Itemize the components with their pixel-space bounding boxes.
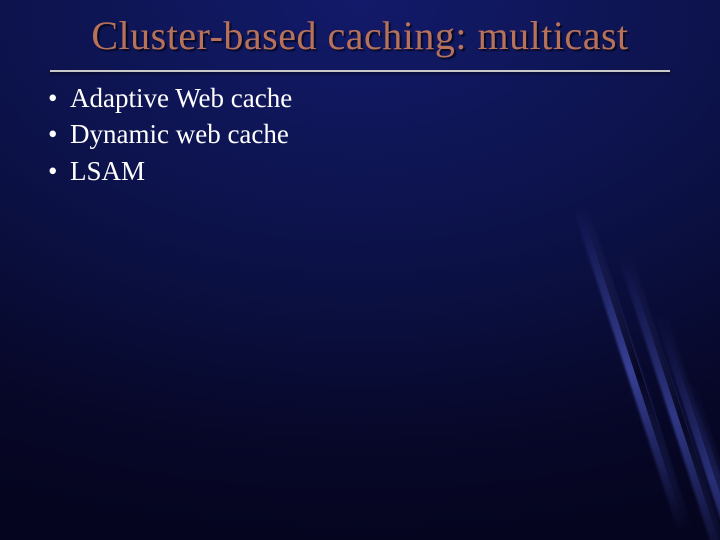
title-underline (50, 70, 670, 72)
decorative-streaks (480, 160, 720, 540)
list-item: • Adaptive Web cache (48, 80, 292, 116)
slide-title: Cluster-based caching: multicast (0, 12, 720, 59)
bullet-icon: • (48, 153, 70, 189)
bullet-icon: • (48, 80, 70, 116)
bullet-icon: • (48, 116, 70, 152)
list-item-label: Dynamic web cache (70, 116, 289, 152)
list-item: • Dynamic web cache (48, 116, 292, 152)
list-item-label: Adaptive Web cache (70, 80, 292, 116)
bullet-list: • Adaptive Web cache • Dynamic web cache… (48, 80, 292, 189)
slide: Cluster-based caching: multicast • Adapt… (0, 0, 720, 540)
list-item-label: LSAM (70, 153, 145, 189)
list-item: • LSAM (48, 153, 292, 189)
